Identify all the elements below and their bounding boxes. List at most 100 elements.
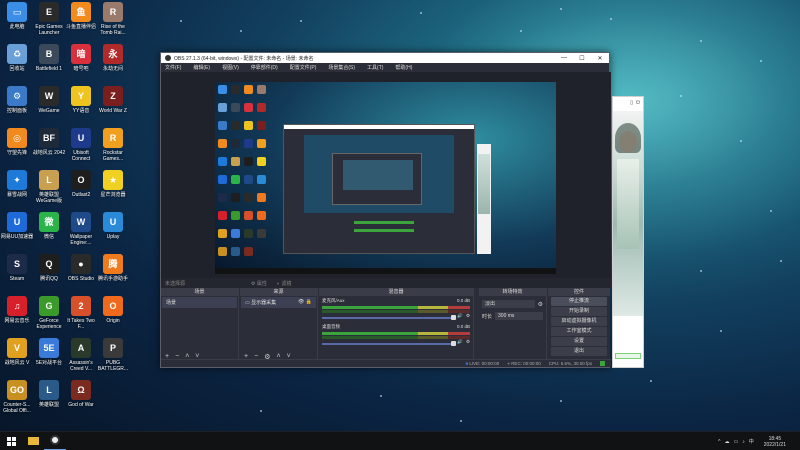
gear-icon[interactable]: ⚙ <box>466 313 470 319</box>
start-virtual-camera-button[interactable]: 启动虚拟摄像机 <box>551 317 607 326</box>
stop-streaming-button[interactable]: 停止推流 <box>551 297 607 306</box>
desktop-icon[interactable]: ♻ 回收站 <box>0 44 34 72</box>
desktop-icon[interactable]: E Epic Games Launcher <box>32 2 66 36</box>
desktop-icon[interactable]: ♫ 网易云音乐 <box>0 296 34 324</box>
desktop-icon[interactable]: 5E 5E对战平台 <box>32 338 66 366</box>
menu-tools[interactable]: 工具(T) <box>367 64 383 71</box>
clock[interactable]: 18:45 2022/1/21 <box>764 436 786 448</box>
desktop-icon[interactable]: R Rockstar Games... <box>96 128 130 162</box>
desktop-icon[interactable]: ✦ 暴雪战网 <box>0 170 34 198</box>
desktop-icon[interactable]: W Wallpaper Engine:... <box>64 212 98 246</box>
speaker-icon[interactable]: 🔊 <box>457 313 463 319</box>
volume-slider[interactable] <box>322 314 457 320</box>
mixer-track-desktop: 桌面音频 0.0 dB 🔊 ⚙ <box>322 324 470 346</box>
desktop-icon[interactable]: ▭ 此电脑 <box>0 2 34 30</box>
desktop-icon[interactable]: Z World War Z <box>96 86 130 114</box>
desktop-icon[interactable]: ◎ 守望先锋 <box>0 128 34 156</box>
desktop-icon[interactable]: B Battlefield 1 <box>32 44 66 72</box>
desktop-icon[interactable]: 暗暗号吧 <box>64 44 98 72</box>
scene-item[interactable]: 场景 <box>162 297 237 308</box>
transition-select[interactable]: 淡出 <box>482 300 535 308</box>
volume-icon[interactable]: ♪ <box>742 439 745 445</box>
desktop-icon[interactable]: V 战地风云 V <box>0 338 34 366</box>
preview-canvas[interactable] <box>215 82 556 274</box>
app-icon: U <box>71 128 91 148</box>
maximize-button[interactable]: ☐ <box>573 53 591 63</box>
minimize-button[interactable]: — <box>555 53 573 63</box>
taskbar-app-folder[interactable] <box>22 432 44 450</box>
desktop-icon[interactable]: Q 腾讯QQ <box>32 254 66 282</box>
desktop-icon[interactable]: Y YY语音 <box>64 86 98 114</box>
network-icon[interactable]: ▭ <box>734 439 739 445</box>
desktop-icon[interactable]: U Ubisoft Connect <box>64 128 98 162</box>
desktop-icon[interactable]: Ω God of War <box>64 380 98 408</box>
preview-mini-icon <box>218 229 227 238</box>
desktop-icon[interactable]: R Rise of the Tomb Rai... <box>96 2 130 36</box>
menu-view[interactable]: 视图(V) <box>222 64 239 71</box>
desktop-icon[interactable]: G GeForce Experience <box>32 296 66 330</box>
duration-input[interactable]: 300 ms <box>495 312 543 320</box>
desktop-icon[interactable]: O Outlast2 <box>64 170 98 198</box>
volume-slider[interactable] <box>322 340 457 346</box>
obs-preview-area[interactable] <box>161 72 611 278</box>
desktop-icon[interactable]: U 网易UU加速器 <box>0 212 34 240</box>
side-input-bar[interactable] <box>615 353 641 359</box>
source-item[interactable]: ▭ 显示器采集 👁 🔒 <box>241 297 316 308</box>
menu-docks[interactable]: 停靠部件(D) <box>251 64 278 71</box>
eye-icon[interactable]: 👁 <box>298 299 304 305</box>
desktop-icon[interactable]: ⚙ 控制面板 <box>0 86 34 114</box>
desktop-icon[interactable]: 永永劫无间 <box>96 44 130 72</box>
settings-button[interactable]: 设置 <box>551 337 607 346</box>
app-icon: 5E <box>39 338 59 358</box>
controls-dock: 控件 停止推流 开始录制 启动虚拟摄像机 工作室模式 设置 退出 <box>548 288 610 361</box>
menu-edit[interactable]: 编辑(E) <box>193 64 210 71</box>
menu-help[interactable]: 帮助(H) <box>395 64 412 71</box>
lock-icon[interactable]: 🔒 <box>306 299 312 305</box>
tray-expand-icon[interactable]: ^ <box>718 439 720 445</box>
close-button[interactable]: ✕ <box>591 53 609 63</box>
taskbar-app-obs[interactable] <box>44 432 66 450</box>
filters-button[interactable]: ◐ 滤镜 <box>277 280 291 287</box>
gear-icon[interactable]: ⚙ <box>466 339 470 345</box>
desktop-icon[interactable]: O Origin <box>96 296 130 324</box>
desktop-icon[interactable]: ★ 星芒浏览器 <box>96 170 130 198</box>
desktop-icon[interactable]: P PUBG BATTLEGR... <box>96 338 130 372</box>
obs-window[interactable]: OBS 27.1.3 (64-bit, windows) - 配置文件: 未命名… <box>160 52 611 368</box>
menu-file[interactable]: 文件(F) <box>165 64 181 71</box>
desktop-icon[interactable]: S Steam <box>0 254 34 282</box>
preview-mini-icon <box>257 193 266 202</box>
power-icon[interactable]: ⏻ <box>636 100 640 106</box>
track-db: 0.0 dB <box>456 324 470 329</box>
cloud-icon[interactable]: ☁ <box>725 439 730 445</box>
side-app-window[interactable]: ▯ ⏻ <box>612 96 644 368</box>
desktop-icon[interactable]: 微微信 <box>32 212 66 240</box>
desktop-icon[interactable]: L 英雄联盟 WeGame版 <box>32 170 66 204</box>
window-option-icon[interactable]: ▯ <box>630 100 633 106</box>
desktop-icon-label: Rise of the Tomb Rai... <box>100 24 126 36</box>
app-icon: ♻ <box>7 44 27 64</box>
preview-mini-icon <box>257 121 266 130</box>
desktop-icon[interactable]: U Uplay <box>96 212 130 240</box>
desktop-icon[interactable]: L 英雄联盟 <box>32 380 66 408</box>
preview-mini-icon <box>218 85 227 94</box>
gear-icon[interactable]: ⚙ <box>538 301 543 308</box>
transitions-dock: 转场特效 淡出 ⚙ 时长 300 ms <box>479 288 547 361</box>
start-recording-button[interactable]: 开始录制 <box>551 307 607 316</box>
menu-scene-collection[interactable]: 场景集合(S) <box>328 64 355 71</box>
studio-mode-button[interactable]: 工作室模式 <box>551 327 607 336</box>
speaker-icon[interactable]: 🔊 <box>457 339 463 345</box>
desktop-icon[interactable]: 2 It Takes Two F... <box>64 296 98 330</box>
desktop-icon[interactable]: A Assassin's Creed V... <box>64 338 98 372</box>
desktop-icon[interactable]: 鱼斗鱼直播伴侣 <box>64 2 98 30</box>
ime-indicator[interactable]: 中 <box>749 438 754 445</box>
exit-button[interactable]: 退出 <box>551 347 607 356</box>
start-button[interactable] <box>0 432 22 450</box>
obs-title-bar[interactable]: OBS 27.1.3 (64-bit, windows) - 配置文件: 未命名… <box>161 53 609 63</box>
desktop-icon[interactable]: W WeGame <box>32 86 66 114</box>
properties-button[interactable]: ⚙ 属性 <box>251 280 267 287</box>
menu-profile[interactable]: 配置文件(P) <box>290 64 317 71</box>
desktop-icon[interactable]: ● OBS Studio <box>64 254 98 282</box>
desktop-icon[interactable]: 腾腾讯手游助手 <box>96 254 130 282</box>
desktop-icon[interactable]: GO Counter-S... Global Offi... <box>0 380 34 414</box>
desktop-icon[interactable]: BF 战地风云 2042 <box>32 128 66 156</box>
